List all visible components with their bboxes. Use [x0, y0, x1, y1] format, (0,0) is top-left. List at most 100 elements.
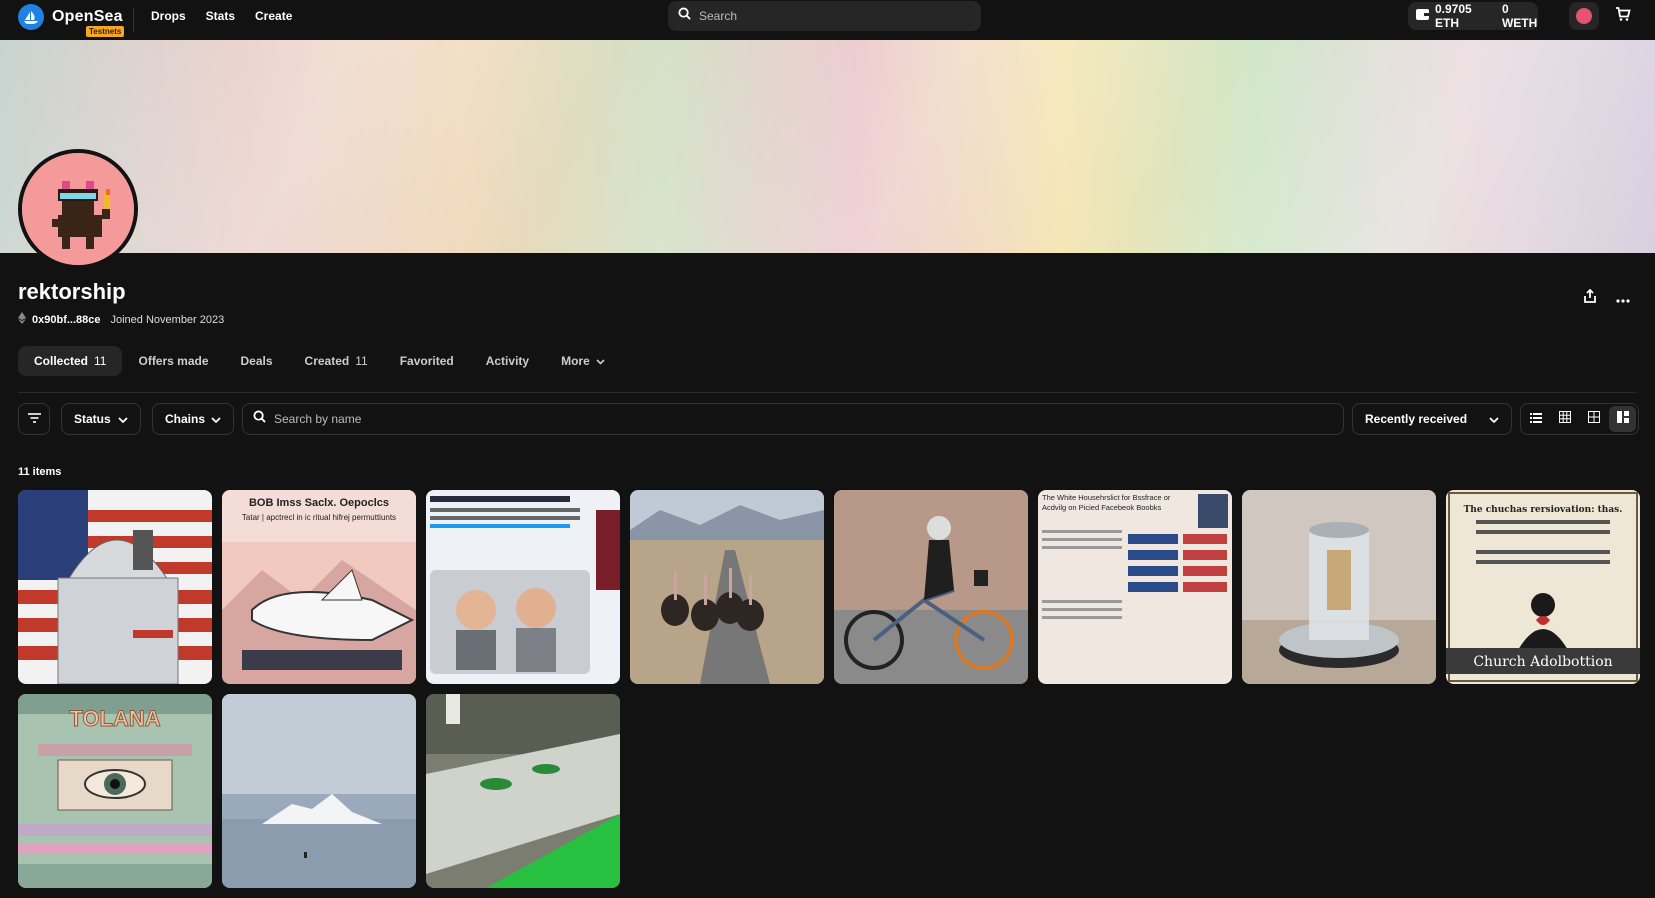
- tab-activity[interactable]: Activity: [470, 346, 545, 376]
- chains-dropdown[interactable]: Chains: [152, 403, 234, 435]
- grid-small-button[interactable]: [1552, 406, 1579, 432]
- top-navigation: OpenSea Testnets Drops Stats Create 0.97…: [0, 0, 1655, 40]
- nft-card[interactable]: The White Househrslict for Bssfrace or A…: [1038, 490, 1232, 684]
- sort-dropdown-label: Recently received: [1365, 412, 1468, 426]
- nft-title: The White Househrslict for Bssfrace or: [1042, 493, 1171, 502]
- cart-button[interactable]: [1608, 2, 1638, 30]
- nft-card[interactable]: [630, 490, 824, 684]
- profile-address-line: 0x90bf...88ce Joined November 2023: [18, 312, 224, 327]
- view-mode-toggle: [1520, 403, 1639, 435]
- nft-image: [1242, 490, 1436, 684]
- nft-image: The White Househrslict for Bssfrace or A…: [1038, 490, 1232, 684]
- profile-username: rektorship: [18, 279, 126, 304]
- weth-balance: 0 WETH: [1501, 2, 1538, 30]
- logo-text: OpenSea: [52, 8, 123, 25]
- profile-banner: [0, 40, 1655, 253]
- tabs-divider: [18, 392, 1637, 393]
- chevron-down-icon: [118, 412, 128, 426]
- search-by-name[interactable]: [242, 403, 1344, 435]
- tab-count: 11: [355, 354, 368, 368]
- grid-small-icon: [1559, 410, 1572, 428]
- nft-image: BOB Imss Saclx. Oepoclcs Tatar | apctrec…: [222, 490, 416, 684]
- nft-image: TOLANA: [18, 694, 212, 888]
- tab-label: Favorited: [399, 354, 454, 368]
- tab-label: More: [561, 354, 590, 368]
- filter-icon: [27, 410, 41, 428]
- tab-label: Offers made: [138, 354, 209, 368]
- nft-title: BOB Imss Saclx. Oepoclcs: [249, 497, 389, 509]
- profile-tabs: Collected 11 Offers made Deals Created 1…: [18, 346, 621, 376]
- wallet-address[interactable]: 0x90bf...88ce: [32, 314, 101, 326]
- chevron-down-icon: [1489, 412, 1499, 426]
- nft-card[interactable]: [426, 694, 620, 888]
- tab-label: Activity: [485, 354, 530, 368]
- eth-icon: [18, 312, 26, 327]
- nft-card[interactable]: BOB Imss Saclx. Oepoclcs Tatar | apctrec…: [222, 490, 416, 684]
- nft-title: The chuchas rersiovation: thas.: [1464, 505, 1623, 515]
- avatar: [1576, 8, 1592, 24]
- nav-link-stats[interactable]: Stats: [206, 9, 235, 23]
- nft-card[interactable]: [1242, 490, 1436, 684]
- profile-picture: [18, 149, 138, 269]
- profile-menu-button[interactable]: [1569, 2, 1599, 30]
- tab-more[interactable]: More: [545, 346, 621, 376]
- grid-large-button[interactable]: [1609, 406, 1636, 432]
- nft-card[interactable]: The chuchas rersiovation: thas. Church A…: [1446, 490, 1640, 684]
- nft-image: [426, 694, 620, 888]
- nft-image: [18, 490, 212, 684]
- nav-link-drops[interactable]: Drops: [151, 9, 186, 23]
- nft-card[interactable]: [222, 694, 416, 888]
- status-dropdown-label: Status: [74, 412, 111, 426]
- tab-count: 11: [94, 354, 107, 368]
- tab-created[interactable]: Created 11: [289, 346, 384, 376]
- cart-icon: [1615, 6, 1631, 27]
- tab-label: Created: [304, 354, 350, 368]
- nav-links: Drops Stats Create: [151, 0, 292, 32]
- share-icon: [1584, 288, 1596, 308]
- chains-dropdown-label: Chains: [165, 412, 206, 426]
- joined-date: Joined November 2023: [110, 313, 225, 326]
- list-view-button[interactable]: [1523, 406, 1550, 432]
- nft-card[interactable]: [426, 490, 620, 684]
- nft-image: The chuchas rersiovation: thas. Church A…: [1446, 490, 1640, 684]
- more-icon: [1616, 290, 1630, 306]
- nav-divider: [133, 8, 134, 32]
- nft-subtitle: Church Adolbottion: [1473, 654, 1612, 670]
- search-by-name-input[interactable]: [274, 412, 1274, 426]
- tab-favorited[interactable]: Favorited: [384, 346, 470, 376]
- nft-image: [834, 490, 1028, 684]
- nft-subtitle: Tatar | apctrecl in ic ritual hifrej per…: [242, 513, 396, 522]
- share-button[interactable]: [1579, 287, 1601, 309]
- sort-dropdown[interactable]: Recently received: [1352, 403, 1512, 435]
- nft-card[interactable]: [834, 490, 1028, 684]
- tab-label: Deals: [240, 354, 273, 368]
- list-view-icon: [1530, 410, 1543, 428]
- testnets-badge: Testnets: [86, 26, 125, 37]
- nav-link-create[interactable]: Create: [255, 9, 292, 23]
- grid-large-icon: [1616, 410, 1629, 428]
- nft-title: TOLANA: [69, 706, 160, 731]
- chevron-down-icon: [211, 412, 221, 426]
- tab-label: Collected: [34, 354, 89, 368]
- chevron-down-icon: [596, 354, 605, 368]
- eth-balance: 0.9705 ETH: [1435, 2, 1472, 30]
- global-search-input[interactable]: [699, 9, 959, 23]
- filter-toggle-button[interactable]: [18, 403, 50, 435]
- search-icon: [678, 7, 691, 25]
- status-dropdown[interactable]: Status: [61, 403, 141, 435]
- nft-image: [426, 490, 620, 684]
- more-options-button[interactable]: [1612, 287, 1634, 309]
- global-search[interactable]: [668, 1, 981, 31]
- wallet-balance[interactable]: 0.9705 ETH 0 WETH: [1408, 2, 1538, 30]
- tab-deals[interactable]: Deals: [225, 346, 289, 376]
- wallet-icon: [1416, 9, 1429, 23]
- search-icon: [253, 410, 266, 428]
- nft-image: [630, 490, 824, 684]
- nft-card[interactable]: TOLANA: [18, 694, 212, 888]
- tab-offers-made[interactable]: Offers made: [122, 346, 224, 376]
- tab-collected[interactable]: Collected 11: [18, 346, 123, 376]
- opensea-logo-icon: [18, 4, 44, 30]
- nft-card[interactable]: [18, 490, 212, 684]
- items-count: 11 items: [18, 466, 62, 478]
- grid-medium-button[interactable]: [1581, 406, 1608, 432]
